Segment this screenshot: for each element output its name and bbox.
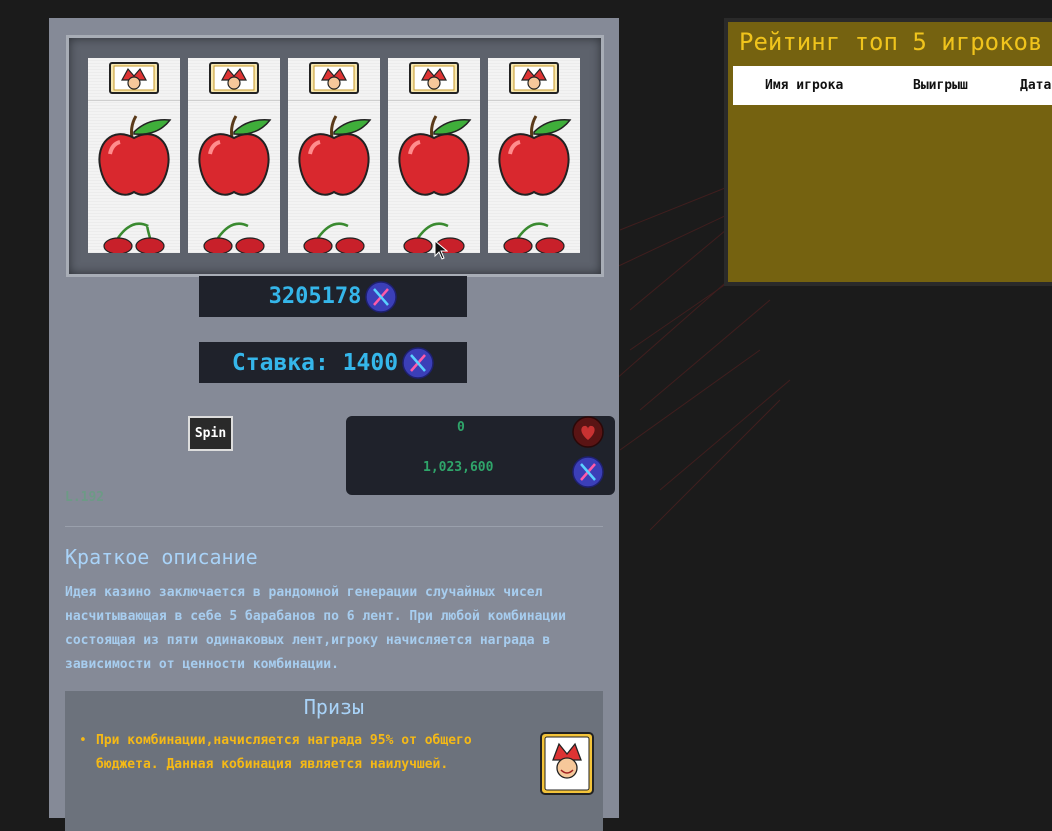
prize-item-text: При комбинации,начисляется награда 95% о… (96, 733, 472, 772)
apple-icon (298, 115, 372, 196)
prizes-section: Призы • При комбинации,начисляется награ… (65, 691, 603, 831)
joker-icon (488, 62, 580, 101)
prizes-title: Призы (303, 695, 365, 719)
leaderboard-title: Рейтинг топ 5 игроков (739, 28, 1043, 56)
blue-stat-value: 1,023,600 (423, 460, 494, 475)
bet-value: Ставка: 1400 (231, 349, 399, 376)
bet-display: Ставка: 1400 (199, 342, 467, 383)
red-stat-value: 0 (457, 420, 465, 435)
apple-icon (398, 115, 472, 196)
cherry-icon (203, 222, 265, 253)
spin-button[interactable]: Spin (188, 416, 233, 451)
divider (65, 526, 603, 527)
dna-coin-icon (402, 346, 434, 379)
reel-1 (88, 58, 180, 253)
cherry-icon (503, 222, 565, 253)
leaderboard-panel: Рейтинг топ 5 игроков Имя игрока Выигрыш… (724, 18, 1052, 286)
column-winnings: Выигрыш (913, 78, 968, 93)
cherry-icon (303, 222, 365, 253)
apple-icon (198, 115, 272, 196)
joker-icon (388, 62, 480, 101)
heart-coin-icon (572, 416, 604, 448)
reel-3 (288, 58, 380, 253)
description-title: Краткое описание (65, 545, 258, 569)
apple-icon (498, 115, 572, 196)
joker-icon (288, 62, 380, 101)
balance-display: 3205178 (199, 276, 467, 317)
column-date: Дата (1020, 78, 1052, 93)
joker-card-icon (540, 732, 594, 795)
slot-machine-panel: 3205178 Ставка: 1400 Spin 0 1,023,600 L.… (49, 18, 619, 831)
reel-5 (488, 58, 580, 253)
bullet-icon: • (79, 733, 87, 748)
stats-panel: 0 1,023,600 (346, 416, 615, 495)
dna-coin-icon (365, 280, 398, 313)
column-player-name: Имя игрока (765, 78, 844, 93)
leaderboard-header: Имя игрока Выигрыш Дата (733, 66, 1052, 105)
reels-frame (66, 35, 604, 277)
balance-value: 3205178 (268, 284, 362, 309)
joker-icon (188, 62, 280, 101)
reel-4 (388, 58, 480, 253)
description-text: Идея казино заключается в рандомной гене… (65, 585, 566, 672)
dna-coin-icon (572, 456, 604, 488)
mouse-cursor-icon (434, 240, 448, 260)
cherry-icon (103, 222, 165, 253)
reel-2 (188, 58, 280, 253)
level-label: L.192 (65, 490, 105, 505)
joker-icon (88, 62, 180, 101)
apple-icon (98, 115, 172, 196)
